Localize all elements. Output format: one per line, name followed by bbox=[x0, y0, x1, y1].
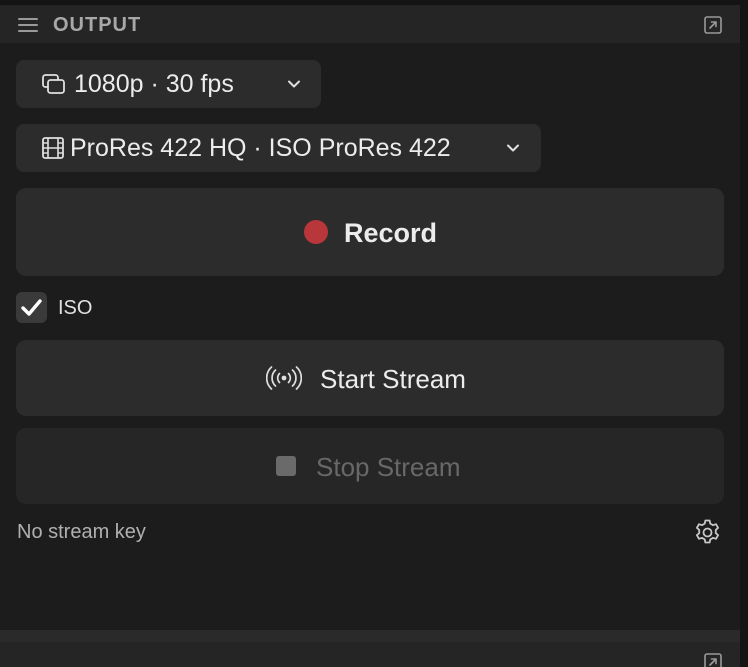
record-label: Record bbox=[344, 218, 438, 248]
film-icon bbox=[42, 137, 64, 159]
hamburger-icon[interactable] bbox=[18, 18, 38, 32]
right-edge bbox=[740, 0, 748, 667]
popout-icon[interactable] bbox=[703, 652, 723, 667]
popout-icon[interactable] bbox=[703, 15, 723, 35]
iso-checkbox[interactable] bbox=[16, 292, 47, 323]
record-dot-icon bbox=[304, 220, 328, 244]
iso-label: ISO bbox=[58, 297, 93, 319]
stop-icon bbox=[276, 456, 296, 476]
panel-header: OUTPUT bbox=[0, 5, 740, 43]
chevron-down-icon bbox=[507, 144, 519, 152]
resolution-value: 1080p · 30 fps bbox=[74, 70, 234, 98]
start-stream-label: Start Stream bbox=[320, 364, 466, 394]
record-button[interactable]: Record bbox=[16, 188, 724, 276]
stop-stream-button[interactable]: Stop Stream bbox=[16, 428, 724, 504]
checkmark-icon bbox=[21, 299, 42, 316]
codec-dropdown[interactable]: ProRes 422 HQ · ISO ProRes 422 bbox=[16, 124, 541, 172]
start-stream-button[interactable]: Start Stream bbox=[16, 340, 724, 416]
next-panel-header bbox=[0, 642, 740, 667]
stream-key-status: No stream key bbox=[17, 521, 146, 543]
display-stack-icon bbox=[42, 74, 65, 94]
panel-divider bbox=[0, 630, 740, 642]
stop-stream-label: Stop Stream bbox=[316, 452, 461, 482]
gear-icon[interactable] bbox=[693, 518, 722, 547]
broadcast-icon bbox=[266, 366, 302, 390]
chevron-down-icon bbox=[288, 80, 300, 88]
resolution-dropdown[interactable]: 1080p · 30 fps bbox=[16, 60, 321, 108]
codec-value: ProRes 422 HQ · ISO ProRes 422 bbox=[70, 134, 451, 162]
panel-title: OUTPUT bbox=[53, 14, 142, 36]
